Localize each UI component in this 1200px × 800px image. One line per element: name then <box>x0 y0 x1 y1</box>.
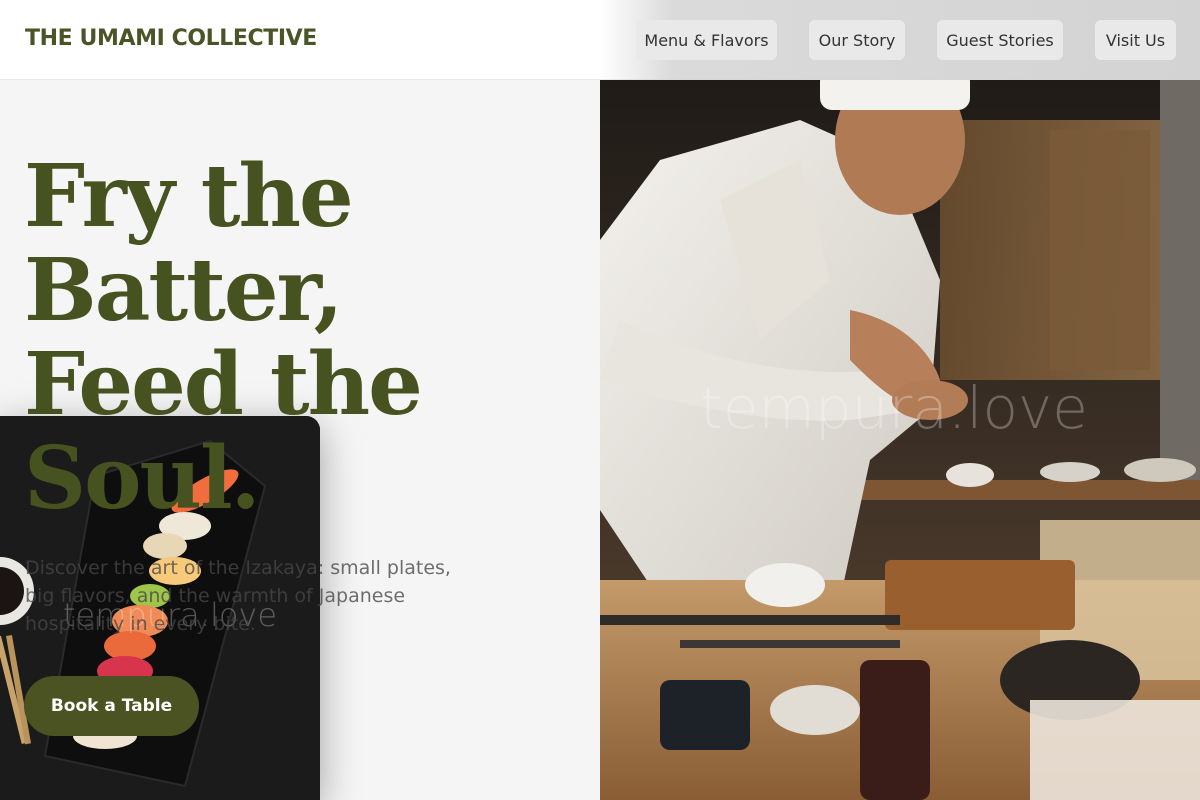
headline-line: Fry the <box>24 146 354 247</box>
brand-logo[interactable]: THE UMAMI COLLECTIVE <box>25 26 317 51</box>
headline-line: Soul. <box>24 428 261 529</box>
headline-line: Feed the <box>24 334 423 435</box>
nav-menu-flavors[interactable]: Menu & Flavors <box>636 20 777 60</box>
hero-headline: Fry the Batter, Feed the Soul. <box>24 150 584 526</box>
nav-our-story[interactable]: Our Story <box>809 20 905 60</box>
book-table-button[interactable]: Book a Table <box>24 676 199 736</box>
image-watermark: tempura.love <box>700 374 1088 442</box>
nav-visit-us[interactable]: Visit Us <box>1095 20 1176 60</box>
nav-guest-stories[interactable]: Guest Stories <box>937 20 1063 60</box>
headline-line: Batter, <box>24 240 344 341</box>
hero-subtext: Discover the art of the Izakaya: small p… <box>25 557 451 635</box>
chef-hero-image: tempura.love <box>600 80 1200 800</box>
site-header: THE UMAMI COLLECTIVE Menu & Flavors Our … <box>0 0 1200 80</box>
